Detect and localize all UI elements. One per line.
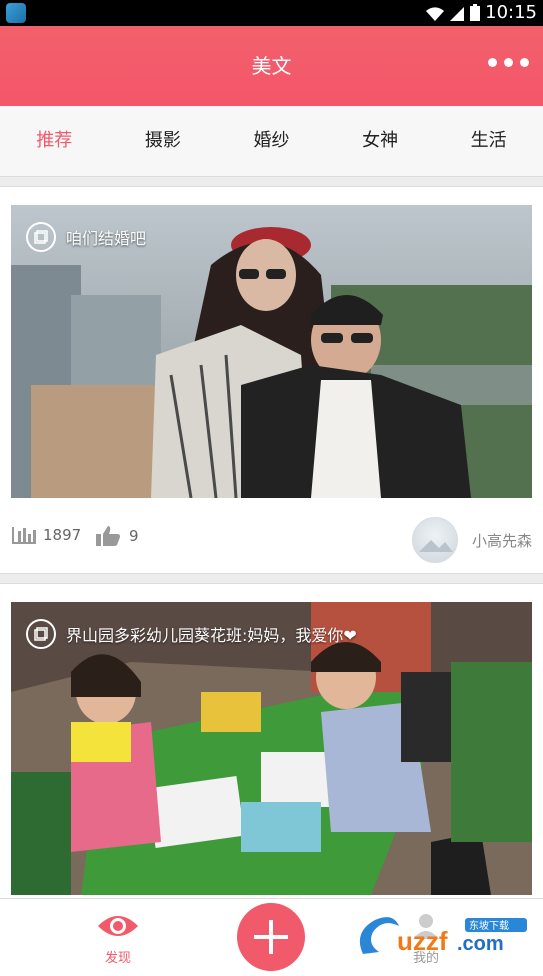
album-icon — [26, 619, 56, 649]
tab-recommend[interactable]: 推荐 — [0, 106, 109, 176]
svg-text:uzzf: uzzf — [397, 926, 448, 956]
add-button[interactable] — [237, 903, 305, 971]
view-count: 1897 — [11, 525, 81, 545]
feed-card: 界山园多彩幼儿园葵花班:妈妈，我爱你❤ — [0, 583, 543, 905]
feed-card: 咱们结婚吧 1897 9 小高先森 — [0, 186, 543, 574]
battery-icon — [470, 4, 480, 21]
bar-chart-icon — [12, 527, 36, 544]
signal-icon — [450, 7, 464, 21]
tab-photography[interactable]: 摄影 — [109, 106, 218, 176]
site-watermark-logo: uzzf .com 东坡下载 — [353, 912, 533, 962]
eye-icon — [98, 916, 138, 936]
tab-life[interactable]: 生活 — [434, 106, 543, 176]
card-photo[interactable]: 界山园多彩幼儿园葵花班:妈妈，我爱你❤ — [11, 602, 532, 895]
svg-text:.com: .com — [457, 933, 504, 955]
dot — [488, 58, 497, 67]
tab-wedding[interactable]: 婚纱 — [217, 106, 326, 176]
view-count-value: 1897 — [43, 526, 82, 544]
status-icons — [425, 4, 481, 22]
tab-goddess[interactable]: 女神 — [326, 106, 435, 176]
card-photo[interactable]: 咱们结婚吧 — [11, 205, 532, 498]
dot — [504, 58, 513, 67]
more-dots-icon[interactable] — [488, 58, 529, 67]
nav-discover-label: 发现 — [104, 951, 131, 966]
category-tabs: 推荐 摄影 婚纱 女神 生活 — [0, 106, 543, 177]
top-app-bar: 美文 — [0, 26, 543, 106]
card-caption: 咱们结婚吧 — [26, 222, 146, 252]
plus-icon — [254, 920, 288, 954]
dot — [520, 58, 529, 67]
nav-discover[interactable]: 发现 — [96, 911, 140, 966]
card-meta: 1897 9 小高先森 — [0, 499, 543, 573]
card-title: 界山园多彩幼儿园葵花班:妈妈，我爱你❤ — [66, 626, 357, 645]
thumbs-up-icon — [96, 526, 120, 546]
status-bar: 10:15 — [0, 0, 543, 26]
album-icon — [26, 222, 56, 252]
like-count: 9 — [129, 527, 139, 545]
app-notification-icon — [6, 3, 26, 23]
author-name: 小高先森 — [471, 531, 532, 550]
author-info[interactable]: 小高先森 — [411, 517, 532, 563]
card-title: 咱们结婚吧 — [66, 229, 147, 248]
svg-text:东坡下载: 东坡下载 — [469, 919, 509, 932]
page-title: 美文 — [251, 54, 292, 78]
status-time: 10:15 — [485, 2, 537, 23]
avatar — [411, 517, 458, 563]
wifi-icon — [426, 7, 444, 21]
like-button[interactable]: 9 — [95, 525, 139, 547]
card-caption: 界山园多彩幼儿园葵花班:妈妈，我爱你❤ — [26, 619, 357, 649]
